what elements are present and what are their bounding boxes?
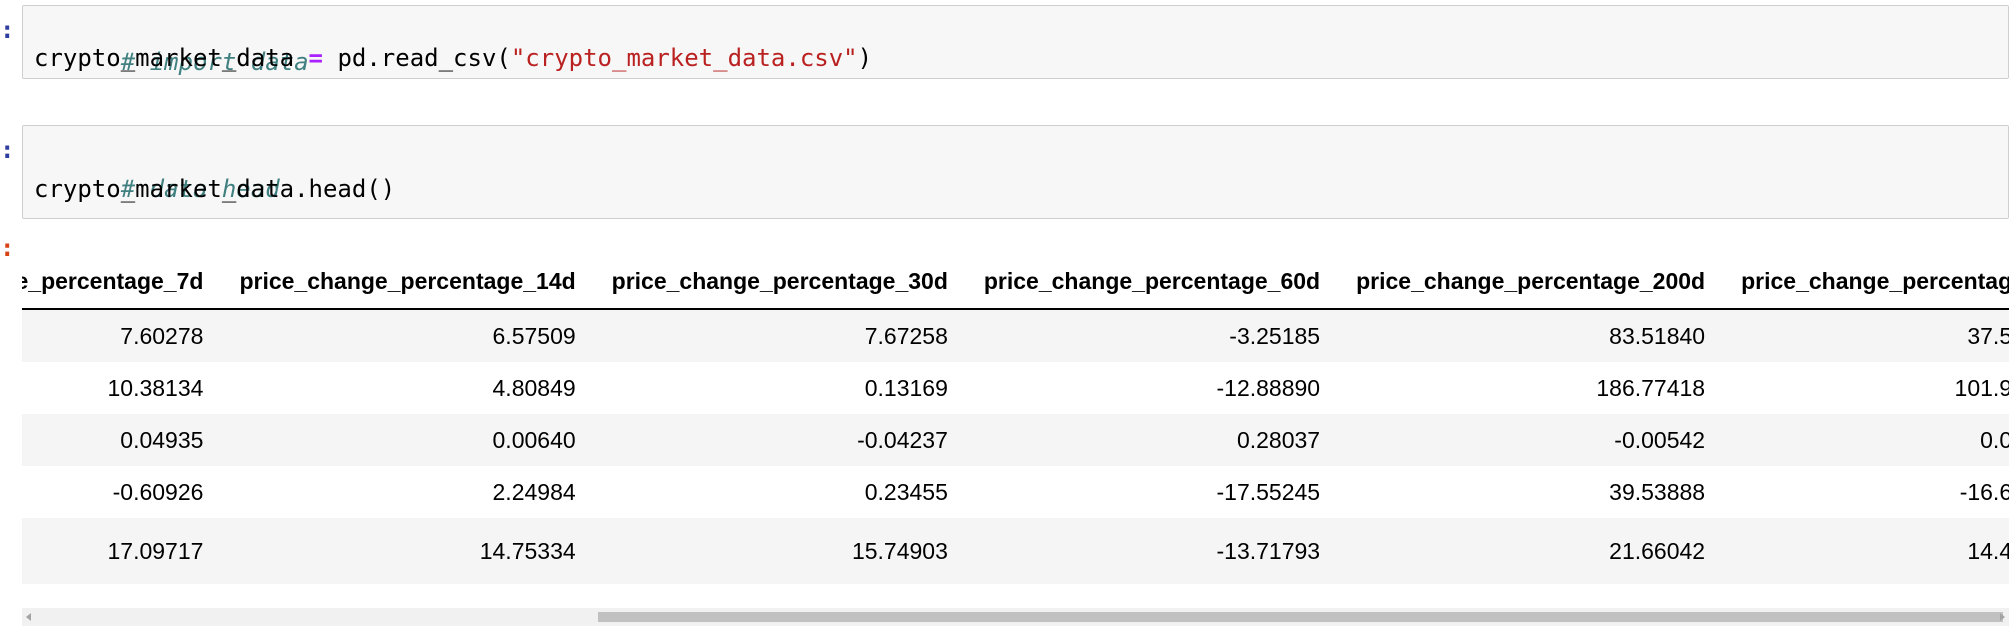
table-cell: 37.51761 (1723, 309, 2009, 362)
table-cell: 0.28037 (965, 414, 1339, 466)
horizontal-scrollbar[interactable] (22, 608, 2009, 626)
column-header: price_change_percentage_200d (1338, 254, 1724, 310)
column-header: price_change_percentage_30d (593, 254, 966, 310)
scroll-left-arrow-icon[interactable] (26, 613, 31, 621)
table-cell: 101.96023 (1723, 362, 2009, 414)
scroll-right-arrow-icon[interactable] (2000, 613, 2005, 621)
code-input-area[interactable]: # data head crypto_market_data.head() (22, 125, 2009, 219)
table-cell: 17.09717 (22, 518, 222, 584)
table-row: -0.60926 2.24984 0.23455 -17.55245 39.53… (22, 466, 2009, 518)
table-cell: 10.38134 (22, 362, 222, 414)
dataframe-table: price_change_percentage_7d price_change_… (22, 254, 2009, 584)
column-header: price_change_percentage_1y (1723, 254, 2009, 310)
table-cell: 0.01954 (1723, 414, 2009, 466)
table-cell: 186.77418 (1338, 362, 1724, 414)
table-cell: 6.57509 (221, 309, 594, 362)
table-cell: 0.04935 (22, 414, 222, 466)
output-prompt: : (0, 234, 15, 262)
table-cell: 15.74903 (593, 518, 966, 584)
table-cell: 83.51840 (1338, 309, 1724, 362)
table-cell: 2.24984 (221, 466, 594, 518)
column-header: price_change_percentage_7d (22, 254, 222, 310)
table-cell: 7.60278 (22, 309, 222, 362)
table-cell: 21.66042 (1338, 518, 1724, 584)
table-cell: 39.53888 (1338, 466, 1724, 518)
table-cell: -17.55245 (965, 466, 1339, 518)
table-cell: -0.04237 (593, 414, 966, 466)
code-input-area[interactable]: # import data crypto_market_data = pd.re… (22, 5, 2009, 79)
table-cell: -0.00542 (1338, 414, 1724, 466)
scrollbar-thumb[interactable] (598, 612, 2003, 622)
table-cell: 0.13169 (593, 362, 966, 414)
column-header: price_change_percentage_60d (965, 254, 1339, 310)
code-line: crypto_market_data = pd.read_csv("crypto… (34, 44, 873, 72)
table-cell: 7.67258 (593, 309, 966, 362)
table-row: 10.38134 4.80849 0.13169 -12.88890 186.7… (22, 362, 2009, 414)
code-line: crypto_market_data.head() (34, 175, 396, 203)
column-header: price_change_percentage_14d (221, 254, 594, 310)
table-row: 17.09717 14.75334 15.74903 -13.71793 21.… (22, 518, 2009, 584)
table-row: 7.60278 6.57509 7.67258 -3.25185 83.5184… (22, 309, 2009, 362)
table-cell: 14.75334 (221, 518, 594, 584)
table-cell: 0.23455 (593, 466, 966, 518)
table-cell: -12.88890 (965, 362, 1339, 414)
table-header-row: price_change_percentage_7d price_change_… (22, 254, 2009, 310)
table-cell: 0.00640 (221, 414, 594, 466)
table-cell: -16.60193 (1723, 466, 2009, 518)
table-cell: 4.80849 (221, 362, 594, 414)
dataframe-output: price_change_percentage_7d price_change_… (22, 254, 2009, 638)
table-cell: -3.25185 (965, 309, 1339, 362)
table-cell: -13.71793 (965, 518, 1339, 584)
table-cell: -0.60926 (22, 466, 222, 518)
input-prompt: : (0, 136, 15, 164)
input-prompt: : (0, 16, 15, 44)
table-cell: 14.49384 (1723, 518, 2009, 584)
table-row: 0.04935 0.00640 -0.04237 0.28037 -0.0054… (22, 414, 2009, 466)
